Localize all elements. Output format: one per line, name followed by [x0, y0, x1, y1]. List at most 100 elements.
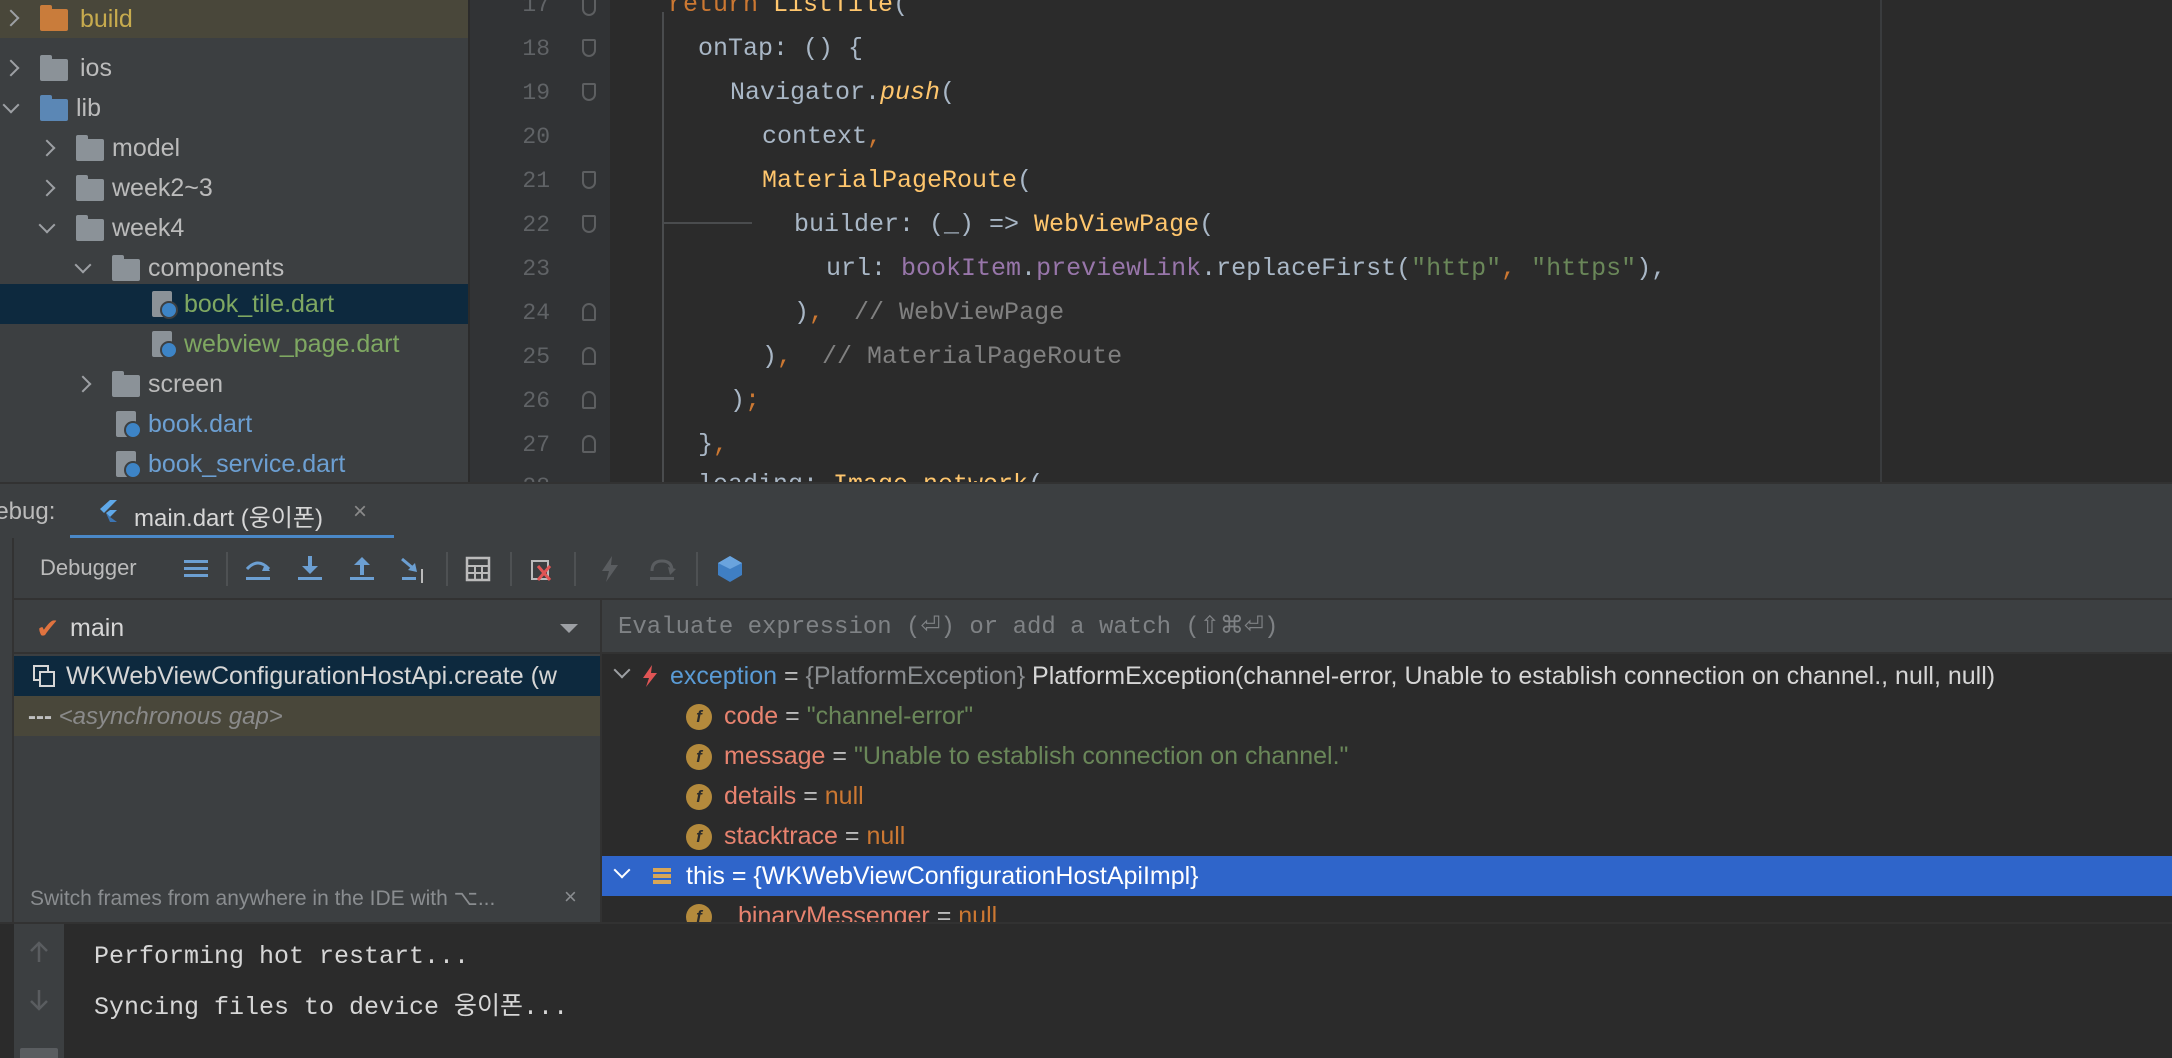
tree-item-label: build [80, 5, 133, 33]
close-icon[interactable]: × [353, 498, 367, 526]
variable-row-binarymessenger[interactable]: f binaryMessenger = null [602, 896, 2172, 922]
scroll-to-end-icon[interactable] [20, 1048, 58, 1058]
folder-icon [40, 95, 68, 121]
tree-item-lib[interactable]: lib [0, 88, 468, 128]
tree-item-build[interactable]: build [0, 0, 468, 38]
tree-item-label: ios [80, 54, 112, 82]
chevron-down-icon[interactable] [36, 217, 58, 239]
tree-item-week2-3[interactable]: week2~3 [0, 168, 468, 208]
fold-marker-icon[interactable] [582, 215, 596, 233]
tree-item-webview-page-dart[interactable]: webview_page.dart [0, 324, 468, 364]
tree-item-book-service-dart[interactable]: book_service.dart [0, 444, 468, 482]
dart-file-icon [116, 411, 142, 439]
dart-devtools-icon[interactable] [714, 553, 746, 585]
chevron-right-icon[interactable] [36, 177, 58, 199]
evaluate-expression-bar [602, 600, 2172, 654]
force-step-icon[interactable] [594, 553, 626, 585]
chevron-right-icon[interactable] [0, 57, 22, 79]
line-number: 27 [522, 432, 550, 458]
evaluate-icon[interactable] [462, 553, 494, 585]
tree-item-week4[interactable]: week4 [0, 208, 468, 248]
tree-item-label: week2~3 [112, 174, 213, 202]
tree-item-label: model [112, 134, 181, 162]
line-number: 24 [522, 300, 550, 326]
frames-panel: ✔ main WKWebViewConfigurationHostApi.cre… [14, 600, 600, 922]
fold-end-marker-icon[interactable] [582, 303, 596, 321]
variable-name: binaryMessenger = null [738, 902, 998, 922]
debugger-tab-title[interactable]: Debugger [40, 555, 137, 581]
dart-file-icon [152, 331, 178, 359]
async-gap-row[interactable]: --- <asynchronous gap> [14, 696, 600, 736]
line-number: 25 [522, 344, 550, 370]
editor-gutter: 17 18 19 20 21 22 23 24 25 26 27 28 [470, 0, 610, 482]
tree-item-book-dart[interactable]: book.dart [0, 404, 468, 444]
line-number: 22 [522, 212, 550, 238]
switch-frames-hint: Switch frames from anywhere in the IDE w… [30, 887, 496, 910]
chevron-down-icon[interactable] [560, 624, 578, 633]
run-to-cursor-icon[interactable] [398, 553, 430, 585]
step-over-icon[interactable] [242, 553, 274, 585]
variable-name: this = {WKWebViewConfigurationHostApiImp… [686, 862, 1199, 890]
tree-item-model[interactable]: model [0, 128, 468, 168]
close-icon[interactable]: × [564, 884, 577, 910]
arrow-down-icon[interactable] [28, 988, 50, 1012]
code-line-20: context, [762, 122, 883, 151]
variable-row-this[interactable]: this = {WKWebViewConfigurationHostApiImp… [602, 856, 2172, 896]
fold-marker-icon[interactable] [582, 171, 596, 189]
chevron-down-icon[interactable] [612, 864, 632, 884]
tree-item-screen[interactable]: screen [0, 364, 468, 404]
variable-row-exception[interactable]: exception = {PlatformException} Platform… [602, 656, 2172, 696]
field-icon: f [686, 824, 712, 850]
chevron-right-icon[interactable] [72, 373, 94, 395]
line-number: 17 [522, 0, 550, 18]
fold-end-marker-icon[interactable] [582, 347, 596, 365]
variable-name: details = null [724, 782, 864, 810]
exception-bolt-icon [643, 665, 657, 687]
thread-name: main [70, 614, 125, 642]
chevron-down-icon[interactable] [72, 257, 94, 279]
chevron-down-icon[interactable] [0, 97, 22, 119]
folder-icon [76, 175, 104, 201]
code-line-22: builder: (_) => WebViewPage( [794, 210, 1215, 239]
tree-item-label: book_service.dart [148, 450, 346, 478]
variable-row-code[interactable]: f code = "channel-error" [602, 696, 2172, 736]
variable-row-stacktrace[interactable]: f stacktrace = null [602, 816, 2172, 856]
fold-end-marker-icon[interactable] [582, 391, 596, 409]
toolbar-separator [446, 552, 448, 586]
console-line: Syncing files to device 웅이폰... [94, 993, 569, 1022]
clear-breakpoints-icon[interactable] [526, 553, 558, 585]
tree-item-label: book.dart [148, 410, 253, 438]
fold-end-marker-icon[interactable] [582, 435, 596, 453]
reset-frame-icon[interactable] [646, 553, 678, 585]
code-line-23: url: bookItem.previewLink.replaceFirst("… [826, 254, 1667, 283]
chevron-right-icon[interactable] [36, 137, 58, 159]
variable-row-details[interactable]: f details = null [602, 776, 2172, 816]
tree-item-ios[interactable]: ios [0, 48, 468, 88]
step-out-icon[interactable] [346, 553, 378, 585]
stack-frame-row[interactable]: WKWebViewConfigurationHostApi.create (w [14, 656, 600, 696]
tab-main-dart[interactable]: main.dart (웅이폰) × [70, 484, 394, 540]
evaluate-expression-input[interactable] [618, 612, 1818, 642]
indent-guide [662, 12, 664, 482]
thread-selector[interactable]: ✔ main [14, 600, 600, 654]
object-icon [653, 868, 671, 884]
field-icon: f [686, 744, 712, 770]
variables-panel: exception = {PlatformException} Platform… [600, 600, 2172, 922]
step-into-icon[interactable] [294, 553, 326, 585]
chevron-down-icon[interactable] [612, 664, 632, 684]
fold-marker-icon[interactable] [582, 83, 596, 101]
tree-item-components[interactable]: components [0, 248, 468, 288]
code-line-25: ), // MaterialPageRoute [762, 342, 1123, 371]
fold-marker-icon[interactable] [582, 0, 596, 16]
arrow-up-icon[interactable] [28, 940, 50, 964]
tree-item-book-tile-dart[interactable]: book_tile.dart [0, 284, 468, 324]
tab-label: main.dart (웅이폰) [134, 505, 323, 532]
variable-name: exception = {PlatformException} Platform… [670, 662, 1996, 690]
debugger-toolbar: Debugger [14, 538, 2172, 600]
code-editor[interactable]: 17 18 19 20 21 22 23 24 25 26 27 28 retu… [470, 0, 2172, 482]
check-icon: ✔ [36, 613, 60, 644]
variable-row-message[interactable]: f message = "Unable to establish connect… [602, 736, 2172, 776]
chevron-right-icon[interactable] [0, 7, 22, 29]
fold-marker-icon[interactable] [582, 39, 596, 57]
show-frames-icon[interactable] [180, 553, 212, 585]
